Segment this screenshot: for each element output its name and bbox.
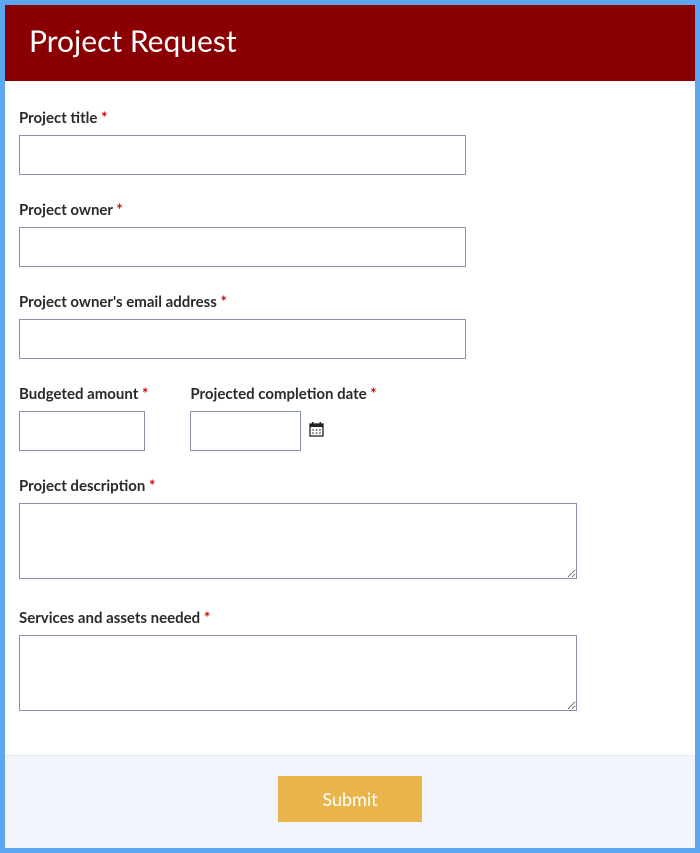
- form-header: Project Request: [5, 5, 695, 81]
- label-text: Project owner: [19, 201, 113, 219]
- label-text: Projected completion date: [190, 385, 366, 403]
- textarea-description[interactable]: [19, 503, 577, 579]
- label-text: Services and assets needed: [19, 609, 200, 627]
- field-description: Project description *: [19, 477, 681, 583]
- page-frame: Project Request Project title * Project …: [0, 0, 700, 853]
- form-body: Project title * Project owner * Project …: [5, 81, 695, 755]
- date-input-group: [190, 411, 376, 451]
- input-owner-email[interactable]: [19, 319, 466, 359]
- label-text: Project owner's email address: [19, 293, 217, 311]
- label-text: Project description: [19, 477, 145, 495]
- input-budget[interactable]: [19, 411, 145, 451]
- field-services: Services and assets needed *: [19, 609, 681, 715]
- label-owner-email: Project owner's email address *: [19, 293, 681, 311]
- field-owner-email: Project owner's email address *: [19, 293, 681, 359]
- label-description: Project description *: [19, 477, 681, 495]
- label-services: Services and assets needed *: [19, 609, 681, 627]
- label-completion-date: Projected completion date *: [190, 385, 376, 403]
- textarea-services[interactable]: [19, 635, 577, 711]
- required-mark: *: [142, 385, 148, 403]
- field-project-title: Project title *: [19, 109, 681, 175]
- label-text: Project title: [19, 109, 97, 127]
- field-completion-date: Projected completion date *: [190, 385, 376, 451]
- field-project-owner: Project owner *: [19, 201, 681, 267]
- label-text: Budgeted amount: [19, 385, 138, 403]
- label-project-title: Project title *: [19, 109, 681, 127]
- required-mark: *: [149, 477, 155, 495]
- field-budget: Budgeted amount *: [19, 385, 148, 451]
- required-mark: *: [220, 293, 226, 311]
- required-mark: *: [101, 109, 107, 127]
- input-project-owner[interactable]: [19, 227, 466, 267]
- page-title: Project Request: [29, 23, 671, 59]
- required-mark: *: [204, 609, 210, 627]
- required-mark: *: [116, 201, 122, 219]
- input-project-title[interactable]: [19, 135, 466, 175]
- calendar-icon[interactable]: [309, 422, 324, 441]
- label-budget: Budgeted amount *: [19, 385, 148, 403]
- submit-button[interactable]: Submit: [278, 776, 421, 822]
- form-footer: Submit: [5, 755, 695, 848]
- label-project-owner: Project owner *: [19, 201, 681, 219]
- input-completion-date[interactable]: [190, 411, 301, 451]
- required-mark: *: [370, 385, 376, 403]
- row-budget-date: Budgeted amount * Projected completion d…: [19, 385, 681, 451]
